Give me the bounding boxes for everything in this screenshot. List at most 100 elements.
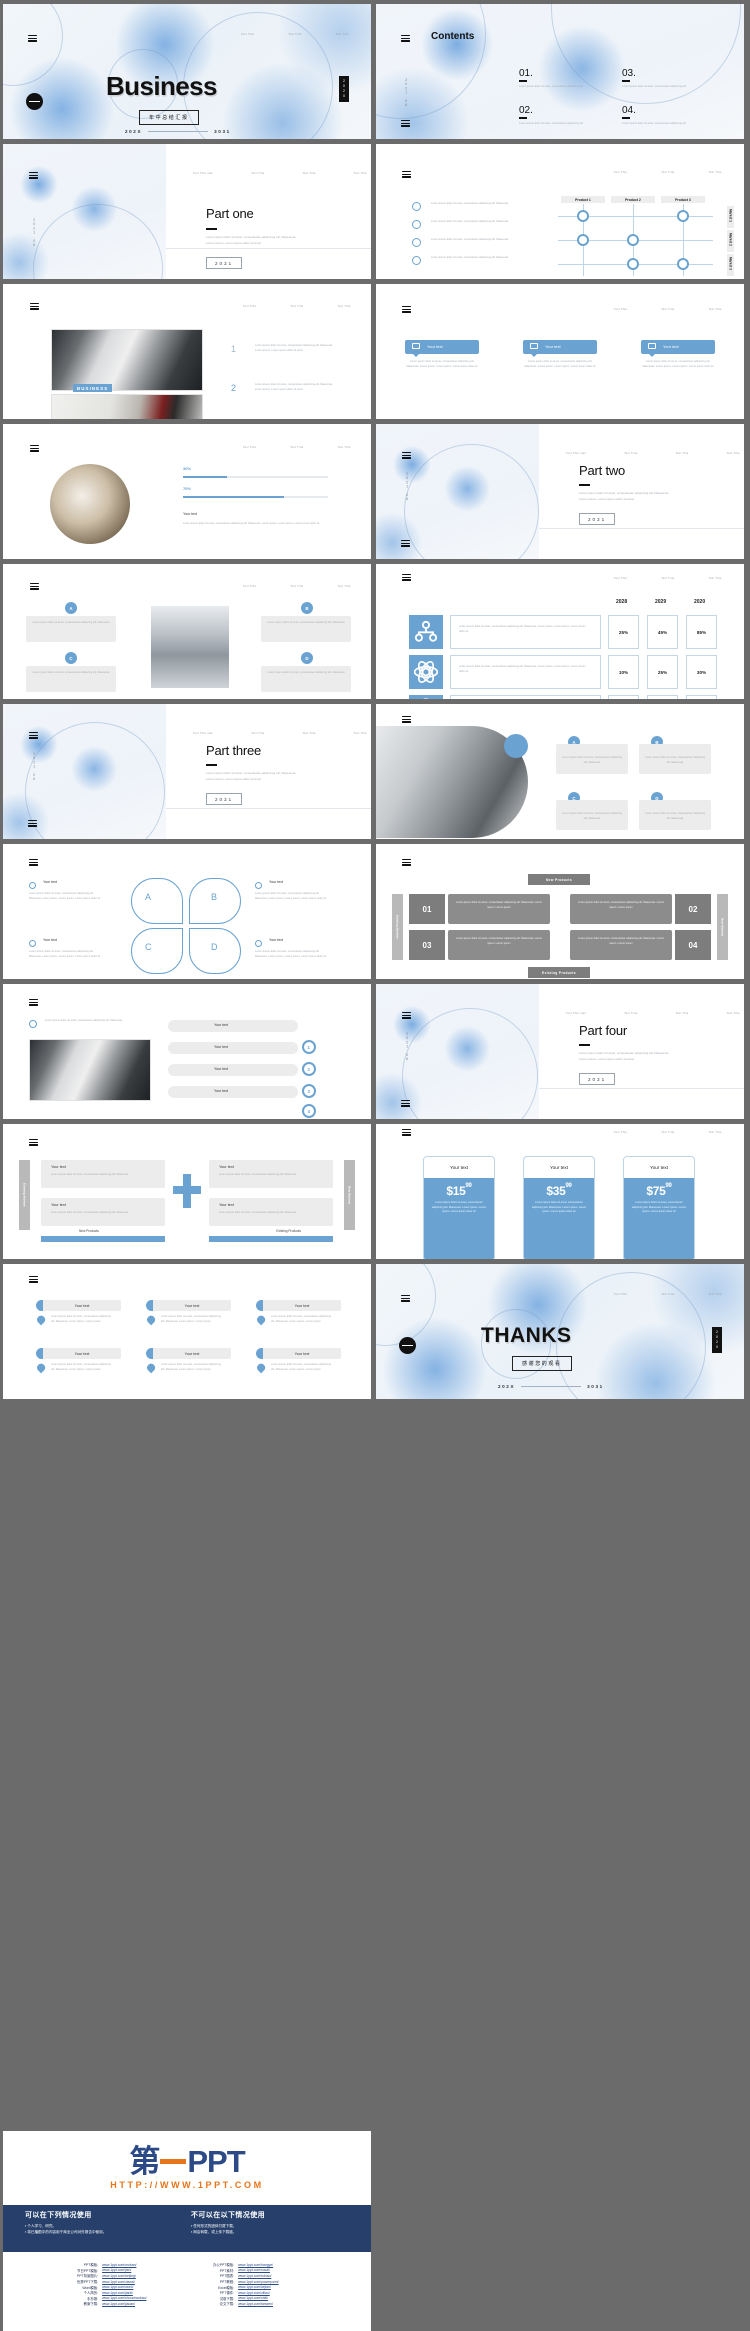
hamburger-icon[interactable]	[402, 171, 411, 178]
pricing-card[interactable]: Your text $3599 Lorem ipsum dolor sit am…	[523, 1156, 595, 1259]
top-title: Text Title	[614, 1293, 628, 1296]
hamburger-icon[interactable]	[29, 999, 38, 1006]
contents-item[interactable]: 04. Lorem ipsum dolor sit amet, consecte…	[622, 105, 702, 126]
slide-petal-diagram[interactable]: Your text Lorem ipsum dolor sit amet, co…	[3, 844, 371, 979]
petal-shape-c	[131, 928, 183, 974]
section-body-text: Lorem ipsum dolor sit amet, consectetuer…	[579, 491, 670, 501]
slide-speech-cards[interactable]: Text Title Text Title Text Title Your te…	[376, 284, 744, 419]
footer-link[interactable]: www.1ppt.com/xiazai/	[102, 2280, 135, 2284]
hamburger-icon[interactable]	[401, 120, 410, 127]
hamburger-icon[interactable]	[30, 445, 39, 452]
slide-ansoff-arrows[interactable]: New Products Existing Markets New Market…	[376, 844, 744, 979]
footer-link[interactable]: www.1ppt.com/tubiao/	[238, 2274, 271, 2278]
slide-quadrant-matrix[interactable]: Existing Markets New Markets Your text L…	[3, 1124, 371, 1259]
slide-pill-grid[interactable]: Your text Lorem ipsum dolor sit amet, co…	[3, 1264, 371, 1399]
pill-item[interactable]: Your text	[256, 1348, 341, 1359]
speech-bubble[interactable]: Your text	[405, 340, 479, 358]
slide-cover[interactable]: Text Title Text Title Text Title Busines…	[3, 4, 371, 139]
hamburger-icon[interactable]	[401, 35, 410, 42]
slide-city-abcd[interactable]: A Lorem ipsum dolor sit amet, consectetu…	[376, 704, 744, 839]
hamburger-icon[interactable]	[29, 172, 38, 179]
contents-item[interactable]: 02. Lorem ipsum dolor sit amet, consecte…	[519, 105, 599, 126]
usage-allowed-title: 可以在下列情况使用	[25, 2212, 92, 2219]
hamburger-icon[interactable]	[28, 35, 37, 42]
slide-abcd-cards[interactable]: Text Title Text Title Text Title A Lorem…	[3, 564, 371, 699]
footer-link[interactable]: www.1ppt.com/jieri/	[102, 2268, 131, 2272]
hamburger-icon[interactable]	[401, 540, 410, 547]
hamburger-icon[interactable]	[402, 716, 411, 723]
slide-photo-list[interactable]: Text Title Text Title Text Title BUSINES…	[3, 284, 371, 419]
footer-link[interactable]: www.1ppt.com/shouchaobao/	[102, 2296, 146, 2300]
pill-item[interactable]: Your text	[36, 1300, 121, 1311]
slide-thanks[interactable]: Text Title Text Title Text Title THANKS …	[376, 1264, 744, 1399]
step-item[interactable]: Your text	[168, 1086, 298, 1098]
hamburger-icon[interactable]	[402, 859, 411, 866]
slide-product-market-matrix[interactable]: Text Title Text Title Text Title Product…	[376, 144, 744, 279]
slide-part-three[interactable]: 2021.06 Text Title man Text Title Text T…	[3, 704, 371, 839]
step-item[interactable]: Your text	[168, 1020, 298, 1032]
arrow-right-icon[interactable]	[26, 93, 43, 110]
quadrant-cell[interactable]: Your text Lorem ipsum dolor sit amet, co…	[41, 1198, 165, 1226]
footer-link[interactable]: www.1ppt.com/jiaoan/	[102, 2302, 135, 2306]
footer-link[interactable]: www.1ppt.com/jianli/	[102, 2291, 133, 2295]
pill-cap-icon	[36, 1300, 43, 1311]
hamburger-icon[interactable]	[402, 574, 411, 581]
matrix-node[interactable]	[577, 210, 589, 222]
pricing-card[interactable]: Your text $1599 Lorem ipsum dolor sit am…	[423, 1156, 495, 1259]
photo-notebook	[51, 394, 203, 419]
hamburger-icon[interactable]	[29, 859, 38, 866]
progress-value: 30%	[183, 466, 192, 471]
quadrant-cell[interactable]: Your text Lorem ipsum dolor sit amet, co…	[41, 1160, 165, 1188]
contents-item[interactable]: 03. Lorem ipsum dolor sit amet, consecte…	[622, 68, 702, 89]
pill-item[interactable]: Your text	[146, 1348, 231, 1359]
footer-link[interactable]: www.1ppt.com/moban/	[102, 2263, 136, 2267]
hamburger-icon[interactable]	[401, 1100, 410, 1107]
slide-contents[interactable]: Contents 2021.06 01. Lorem ipsum dolor s…	[376, 4, 744, 139]
hamburger-icon[interactable]	[402, 452, 411, 459]
hamburger-icon[interactable]	[401, 1295, 410, 1302]
matrix-node[interactable]	[677, 258, 689, 270]
footer-link[interactable]: www.1ppt.com/powerpoint/	[238, 2280, 279, 2284]
slide-part-four[interactable]: 2021.06 Text Title man Text Title Text T…	[376, 984, 744, 1119]
hamburger-icon[interactable]	[30, 583, 39, 590]
pill-item[interactable]: Your text	[36, 1348, 121, 1359]
hamburger-icon[interactable]	[402, 1129, 411, 1136]
hamburger-icon[interactable]	[28, 820, 37, 827]
footer-link[interactable]: www.1ppt.com/sucai/	[238, 2268, 270, 2272]
step-item[interactable]: Your text	[168, 1064, 298, 1076]
footer-link[interactable]: www.1ppt.com/beijing/	[102, 2274, 136, 2278]
hamburger-icon[interactable]	[29, 732, 38, 739]
quadrant-cell[interactable]: Your text Lorem ipsum dolor sit amet, co…	[209, 1198, 333, 1226]
pill-item[interactable]: Your text	[256, 1300, 341, 1311]
matrix-node[interactable]	[627, 258, 639, 270]
pill-item[interactable]: Your text	[146, 1300, 231, 1311]
step-item[interactable]: Your text	[168, 1042, 298, 1054]
hamburger-icon[interactable]	[30, 303, 39, 310]
slide-steps[interactable]: Lorem ipsum dolor sit amet, consectetuer…	[3, 984, 371, 1119]
hamburger-icon[interactable]	[29, 1139, 38, 1146]
speech-bubble[interactable]: Your text	[641, 340, 715, 358]
speech-bubble[interactable]: Your text	[523, 340, 597, 358]
arrow-right-icon[interactable]	[399, 1337, 416, 1354]
hamburger-icon[interactable]	[402, 306, 411, 313]
contents-item[interactable]: 01. Lorem ipsum dolor sit amet, consecte…	[519, 68, 599, 89]
footer-link[interactable]: www.1ppt.com/ziliao/	[238, 2291, 270, 2295]
matrix-node[interactable]	[627, 234, 639, 246]
divider-line	[166, 808, 371, 809]
footer-link[interactable]: www.1ppt.com/shiti/	[238, 2296, 268, 2300]
slide-part-two[interactable]: 2021.06 Text Title man Text Title Text T…	[376, 424, 744, 559]
footer-link[interactable]: www.1ppt.com/kejian/	[238, 2285, 271, 2289]
slide-part-one[interactable]: 2021.06 Text Title man Text Title Text T…	[3, 144, 371, 279]
footer-link[interactable]: www.1ppt.com/word/	[102, 2285, 133, 2289]
hamburger-icon[interactable]	[402, 1012, 411, 1019]
footer-link[interactable]: www.1ppt.com/hangye/	[238, 2263, 273, 2267]
slide-pricing[interactable]: Text Title Text Title Text Title Your te…	[376, 1124, 744, 1259]
matrix-node[interactable]	[577, 234, 589, 246]
quadrant-cell[interactable]: Your text Lorem ipsum dolor sit amet, co…	[209, 1160, 333, 1188]
slide-data-table[interactable]: Text Title Text Title Text Title 2028 20…	[376, 564, 744, 699]
footer-link[interactable]: www.1ppt.com/fanwen/	[238, 2302, 273, 2306]
hamburger-icon[interactable]	[29, 1276, 38, 1283]
matrix-node[interactable]	[677, 210, 689, 222]
pricing-card[interactable]: Your text $7599 Lorem ipsum dolor sit am…	[623, 1156, 695, 1259]
slide-progress[interactable]: Text Title Text Title Text Title 30% 70%…	[3, 424, 371, 559]
